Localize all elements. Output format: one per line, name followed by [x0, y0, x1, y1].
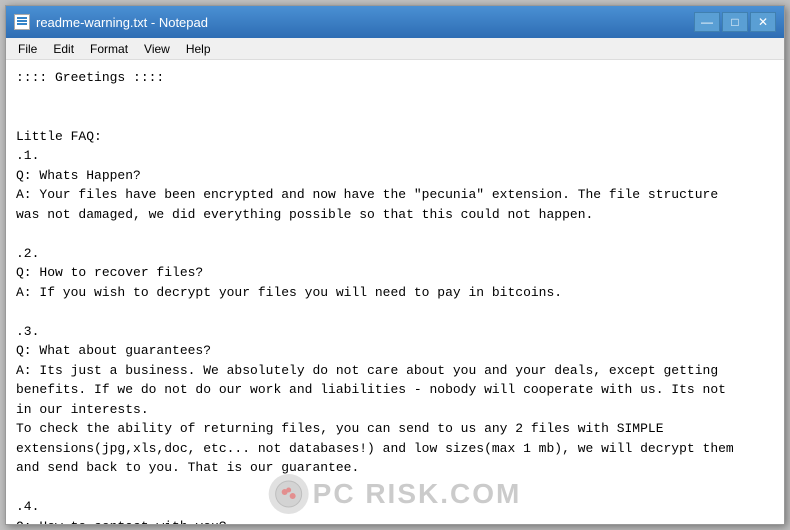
menu-view[interactable]: View	[136, 40, 178, 58]
menu-edit[interactable]: Edit	[45, 40, 82, 58]
menu-bar: File Edit Format View Help	[6, 38, 784, 60]
title-bar: readme-warning.txt - Notepad — □ ✕	[6, 6, 784, 38]
app-icon	[14, 14, 30, 30]
close-button[interactable]: ✕	[750, 12, 776, 32]
window-controls: — □ ✕	[694, 12, 776, 32]
notepad-window: readme-warning.txt - Notepad — □ ✕ File …	[5, 5, 785, 525]
maximize-button[interactable]: □	[722, 12, 748, 32]
content-area: :::: Greetings :::: Little FAQ: .1. Q: W…	[6, 60, 784, 524]
window-title: readme-warning.txt - Notepad	[36, 15, 694, 30]
menu-format[interactable]: Format	[82, 40, 136, 58]
menu-file[interactable]: File	[10, 40, 45, 58]
text-editor[interactable]: :::: Greetings :::: Little FAQ: .1. Q: W…	[6, 60, 784, 524]
minimize-button[interactable]: —	[694, 12, 720, 32]
menu-help[interactable]: Help	[178, 40, 219, 58]
